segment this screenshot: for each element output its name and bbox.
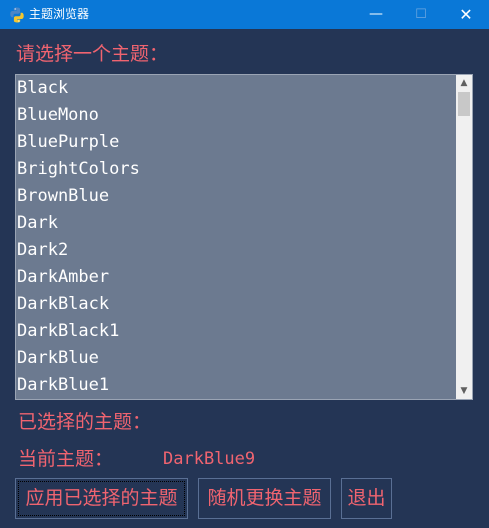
list-item[interactable]: BlueMono	[16, 102, 457, 129]
scrollbar-thumb[interactable]	[458, 92, 470, 116]
list-item[interactable]: DarkAmber	[16, 264, 457, 291]
list-item[interactable]: BluePurple	[16, 129, 457, 156]
list-item[interactable]: DarkBlue1	[16, 372, 457, 399]
current-theme-value: DarkBlue9	[163, 449, 256, 469]
prompt-label: 请选择一个主题：	[16, 43, 169, 65]
vertical-scrollbar[interactable]: ▲ ▼	[456, 75, 472, 399]
selected-theme-label: 已选择的主题：	[18, 411, 152, 433]
random-theme-button[interactable]: 随机更换主题	[198, 478, 331, 519]
exit-button[interactable]: 退出	[341, 478, 392, 519]
minimize-button[interactable]: —	[353, 0, 399, 29]
current-theme-label: 当前主题：	[18, 448, 114, 470]
list-item[interactable]: Dark2	[16, 237, 457, 264]
list-item[interactable]: DarkBlue	[16, 345, 457, 372]
theme-list: Black BlueMono BluePurple BrightColors B…	[16, 75, 457, 399]
python-icon	[10, 7, 24, 23]
scroll-up-arrow-icon[interactable]: ▲	[456, 75, 472, 91]
list-item[interactable]: Dark	[16, 210, 457, 237]
list-item[interactable]: DarkBlack	[16, 291, 457, 318]
close-button[interactable]: ✕	[443, 0, 489, 29]
title-bar[interactable]: 主题浏览器 — ☐ ✕	[0, 0, 489, 29]
list-item[interactable]: BrownBlue	[16, 183, 457, 210]
theme-listbox[interactable]: Black BlueMono BluePurple BrightColors B…	[15, 74, 473, 400]
scroll-down-arrow-icon[interactable]: ▼	[456, 383, 472, 399]
list-item[interactable]: BrightColors	[16, 156, 457, 183]
maximize-button[interactable]: ☐	[398, 0, 444, 29]
window-title: 主题浏览器	[29, 7, 90, 21]
apply-theme-button[interactable]: 应用已选择的主题	[15, 478, 188, 519]
list-item[interactable]: DarkBlack1	[16, 318, 457, 345]
list-item[interactable]: Black	[16, 75, 457, 102]
